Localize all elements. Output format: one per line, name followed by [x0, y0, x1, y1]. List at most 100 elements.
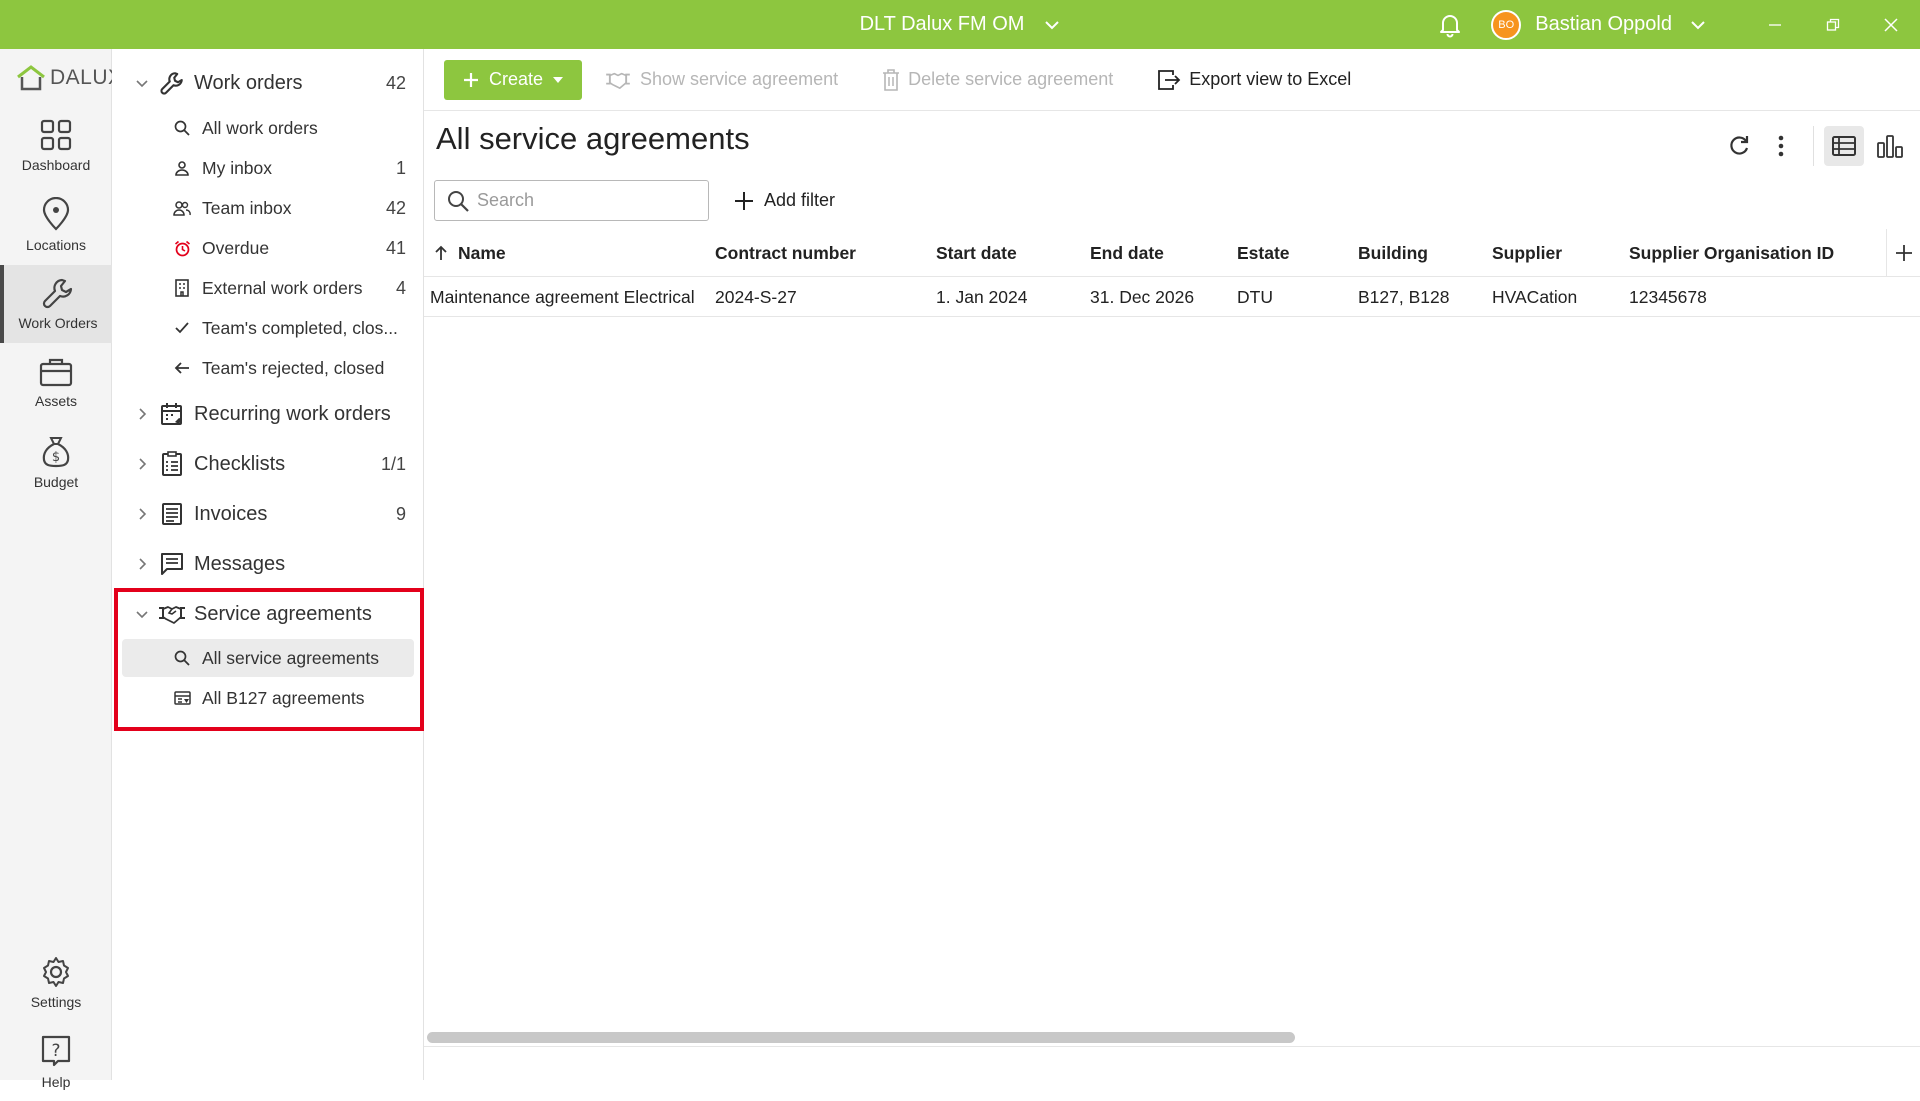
nav-item-overdue[interactable]: Overdue 41	[122, 229, 414, 267]
nav-item-label: All work orders	[202, 117, 318, 138]
column-header-supplier[interactable]: Supplier	[1492, 229, 1562, 277]
column-header-name[interactable]: Name	[434, 229, 506, 277]
nav-item-teams-completed[interactable]: Team's completed, clos...	[122, 309, 414, 347]
chevron-down-icon[interactable]	[1044, 17, 1060, 33]
create-button[interactable]: Create	[444, 59, 582, 100]
arrow-left-icon	[172, 361, 192, 375]
column-header-estate[interactable]: Estate	[1237, 229, 1290, 277]
cell-estate: DTU	[1237, 286, 1273, 307]
user-name[interactable]: Bastian Oppold	[1535, 13, 1672, 36]
column-header-end-date[interactable]: End date	[1090, 229, 1164, 277]
rail-help[interactable]: ? Help	[0, 1023, 112, 1101]
caret-down-icon	[553, 76, 564, 83]
nav-group-label: Messages	[194, 552, 286, 575]
nav-group-work-orders[interactable]: Work orders 42	[112, 63, 424, 103]
close-button[interactable]	[1862, 0, 1920, 49]
alarm-clock-icon	[172, 240, 192, 257]
nav-item-teams-rejected[interactable]: Team's rejected, closed	[122, 349, 414, 387]
delete-service-agreement-label: Delete service agreement	[908, 69, 1114, 89]
money-bag-icon: $	[42, 437, 70, 468]
nav-count: 1/1	[380, 453, 406, 474]
column-header-supplier-organisation-id[interactable]: Supplier Organisation ID	[1629, 229, 1834, 277]
svg-text:?: ?	[51, 1041, 60, 1061]
show-service-agreement-button[interactable]: Show service agreement	[604, 69, 838, 90]
rail-locations[interactable]: Locations	[0, 186, 112, 264]
divider	[424, 1046, 1920, 1047]
team-icon	[172, 200, 192, 216]
dashboard-icon	[40, 119, 72, 151]
bar-chart-icon	[1877, 135, 1903, 158]
column-header-start-date[interactable]: Start date	[936, 229, 1017, 277]
nav-group-recurring-work-orders[interactable]: Recurring work orders	[112, 394, 424, 434]
refresh-button[interactable]	[1719, 126, 1759, 166]
chevron-right-icon[interactable]	[130, 407, 154, 421]
add-column-button[interactable]	[1886, 229, 1920, 277]
horizontal-scrollbar[interactable]	[427, 1032, 1295, 1043]
export-to-excel-button[interactable]: Export view to Excel	[1157, 69, 1351, 91]
chart-view-button[interactable]	[1870, 126, 1910, 166]
app-rail: DALUX Dashboard Locations Work Orders As…	[0, 49, 122, 1090]
navigation-panel: Work orders 42 All work orders My inbox …	[112, 49, 424, 1080]
search-input[interactable]	[477, 190, 697, 211]
page-title: All service agreements	[436, 121, 750, 156]
column-header-building[interactable]: Building	[1358, 229, 1428, 277]
toolbar: Create Show service agreement Delete ser…	[424, 49, 1920, 111]
plus-icon	[735, 191, 753, 210]
cell-end-date: 31. Dec 2026	[1090, 286, 1195, 307]
rail-work-orders[interactable]: Work Orders	[0, 265, 112, 343]
minimize-button[interactable]	[1746, 0, 1804, 49]
chevron-down-icon[interactable]	[1690, 17, 1706, 33]
nav-group-messages[interactable]: Messages	[112, 544, 424, 584]
sort-ascending-icon	[435, 245, 447, 260]
column-header-contract-number[interactable]: Contract number	[715, 229, 856, 277]
more-options-button[interactable]	[1761, 126, 1801, 166]
more-vertical-icon	[1778, 135, 1784, 157]
delete-service-agreement-button[interactable]: Delete service agreement	[882, 68, 1114, 91]
nav-group-label: Checklists	[194, 452, 286, 475]
nav-group-checklists[interactable]: Checklists 1/1	[112, 444, 424, 484]
nav-group-label: Invoices	[194, 502, 268, 525]
highlight-annotation-box	[114, 588, 424, 731]
rail-help-label: Help	[41, 1074, 71, 1090]
rail-settings[interactable]: Settings	[0, 944, 112, 1022]
wrench-icon	[42, 278, 73, 309]
chevron-right-icon[interactable]	[130, 507, 154, 521]
avatar[interactable]: BO	[1491, 9, 1522, 40]
app-title[interactable]: DLT Dalux FM OM	[860, 13, 1025, 36]
dalux-logo[interactable]: DALUX	[16, 61, 123, 95]
chevron-right-icon[interactable]	[130, 557, 154, 571]
nav-item-label: Team's rejected, closed	[202, 357, 385, 378]
rail-budget[interactable]: $ Budget	[0, 423, 112, 501]
column-label: Name	[458, 242, 506, 263]
create-button-label: Create	[488, 69, 544, 89]
nav-item-my-inbox[interactable]: My inbox 1	[122, 149, 414, 187]
nav-count: 4	[395, 277, 406, 298]
service-agreements-table: Name Contract number Start date End date…	[424, 229, 1920, 317]
rail-dashboard[interactable]: Dashboard	[0, 107, 112, 185]
trash-icon	[883, 68, 900, 91]
title-bar-right: BO Bastian Oppold	[1435, 0, 1920, 49]
nav-item-team-inbox[interactable]: Team inbox 42	[122, 189, 414, 227]
chevron-down-icon[interactable]	[130, 76, 154, 90]
restore-button[interactable]	[1804, 0, 1862, 49]
nav-count: 1	[395, 157, 406, 178]
export-icon	[1158, 69, 1181, 90]
search-field[interactable]	[434, 180, 709, 221]
nav-count: 42	[385, 72, 406, 93]
chevron-right-icon[interactable]	[130, 457, 154, 471]
table-row[interactable]: Maintenance agreement Electrical 2024-S-…	[424, 277, 1920, 317]
add-filter-button[interactable]: Add filter	[734, 180, 835, 221]
rail-assets[interactable]: Assets	[0, 344, 112, 422]
rail-assets-label: Assets	[34, 393, 77, 409]
title-bar: DLT Dalux FM OM BO Bastian Oppold	[0, 0, 1920, 49]
nav-item-external-work-orders[interactable]: External work orders 4	[122, 269, 414, 307]
cell-supplier-organisation-id: 12345678	[1629, 286, 1707, 307]
nav-count: 42	[385, 197, 406, 218]
nav-group-invoices[interactable]: Invoices 9	[112, 494, 424, 534]
list-view-button[interactable]	[1824, 126, 1864, 166]
search-icon	[448, 190, 469, 212]
bell-icon[interactable]	[1435, 10, 1465, 40]
nav-item-all-work-orders[interactable]: All work orders	[122, 109, 414, 147]
restore-icon	[1826, 18, 1840, 31]
calendar-repeat-icon	[158, 400, 186, 428]
